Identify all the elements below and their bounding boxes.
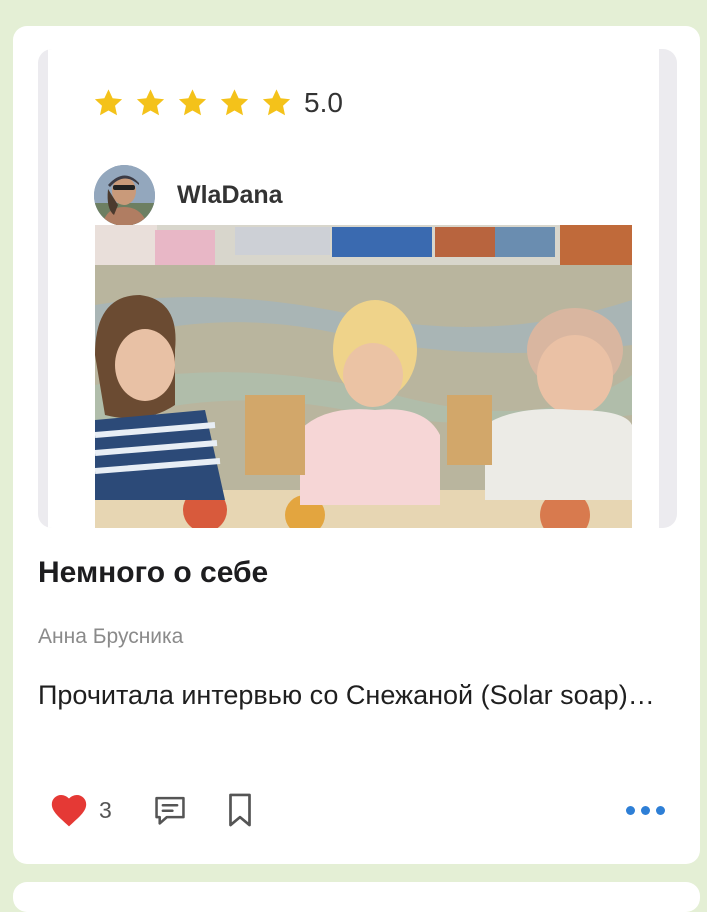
rating-value: 5.0 (304, 87, 343, 118)
star-icon (178, 89, 207, 116)
review-photo[interactable] (95, 225, 632, 528)
like-button[interactable]: 3 (49, 788, 112, 832)
star-icon (220, 89, 249, 116)
star-icon (262, 89, 291, 116)
post-excerpt[interactable]: Прочитала интервью со Снежаной (Solar so… (38, 674, 668, 716)
like-count: 3 (99, 796, 112, 823)
next-post-card[interactable] (13, 882, 700, 912)
heart-icon (51, 794, 87, 827)
comment-button[interactable] (151, 788, 189, 832)
bookmark-button[interactable] (221, 788, 259, 832)
star-icon (136, 89, 165, 116)
dot-icon (626, 805, 635, 815)
dot-icon (656, 805, 665, 815)
user-avatar-icon (94, 165, 155, 226)
rating-stars: 5.0 (92, 87, 343, 119)
dot-icon (641, 805, 650, 815)
comment-icon (155, 796, 185, 825)
review-preview-content: 5.0 WlaDana (48, 49, 659, 528)
review-photo-image (95, 225, 632, 528)
reviewer-name[interactable]: WlaDana (177, 179, 283, 211)
review-preview[interactable]: 5.0 WlaDana (38, 49, 677, 528)
post-author[interactable]: Анна Брусника (38, 623, 183, 651)
post-title[interactable]: Немного о себе (38, 553, 268, 593)
reviewer-avatar[interactable] (94, 165, 155, 226)
star-icon (94, 89, 123, 116)
post-card[interactable]: 5.0 WlaDana Немного о себе Анна Брусника… (13, 26, 700, 864)
bookmark-icon (229, 793, 251, 827)
post-actions: 3 (49, 788, 669, 832)
more-options-button[interactable] (620, 788, 665, 832)
